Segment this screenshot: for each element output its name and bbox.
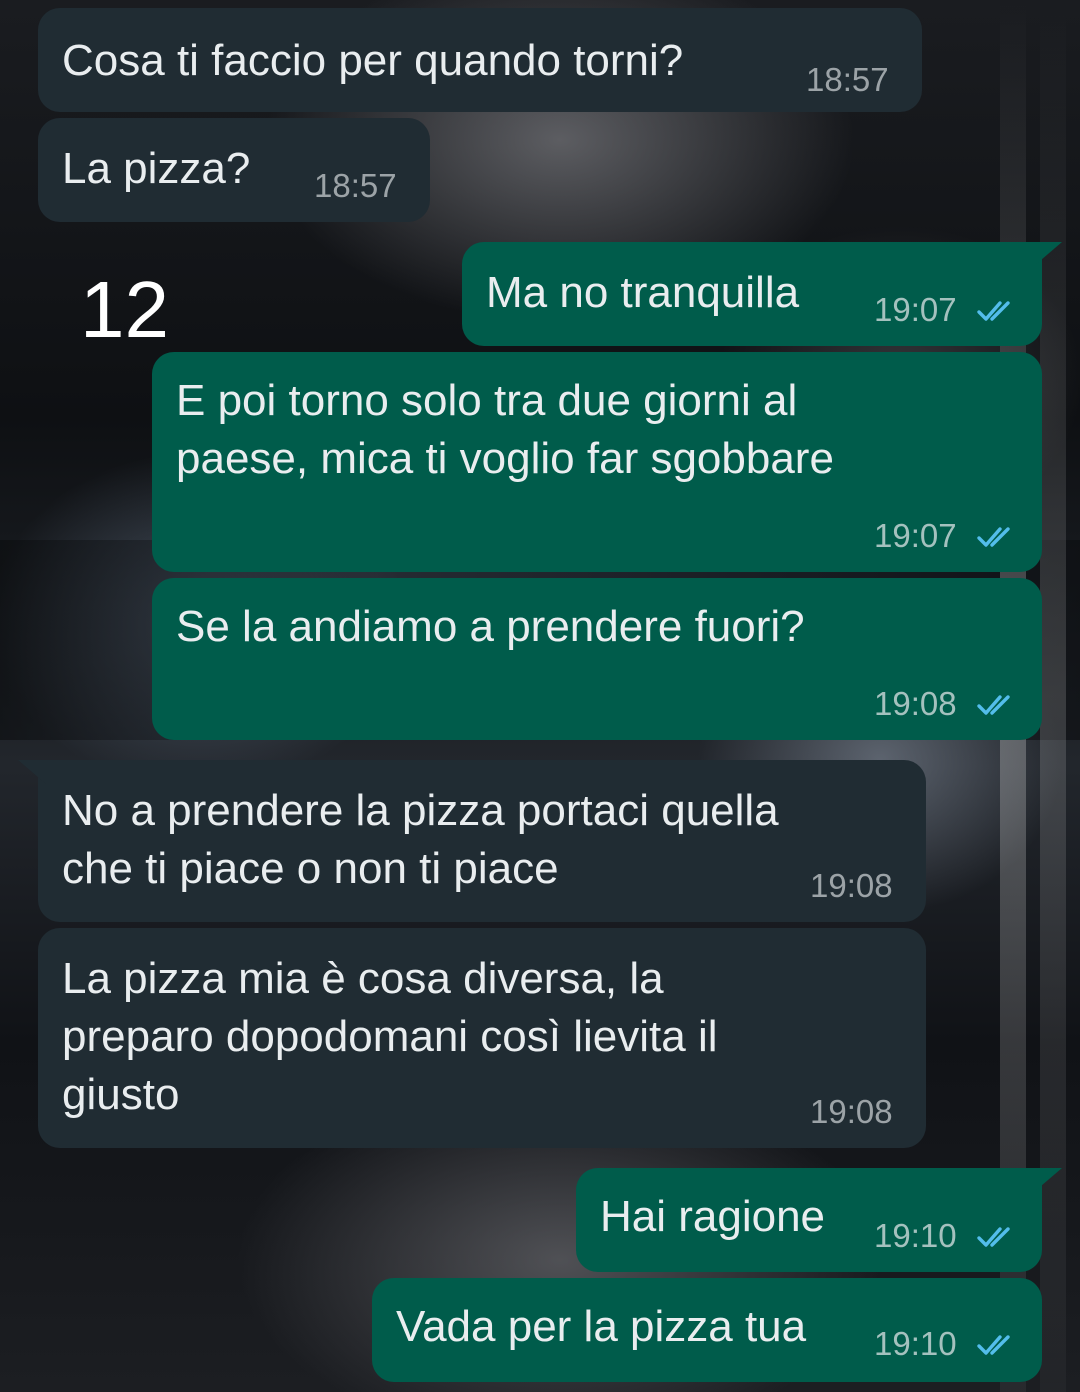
message-time: 19:08 — [810, 1093, 893, 1130]
message-bubble-incoming[interactable]: No a prendere la pizza portaci quella ch… — [18, 760, 926, 922]
message-time: 19:08 — [810, 867, 893, 904]
message-bubble-outgoing[interactable]: Ma no tranquilla 19:07 — [462, 242, 1062, 346]
message-time: 18:57 — [314, 167, 397, 204]
message-bubble-incoming[interactable]: La pizza mia è cosa diversa, la preparo … — [38, 928, 926, 1148]
message-text: No a prendere la pizza portaci quella ch… — [62, 786, 779, 893]
message-text: La pizza? — [62, 144, 251, 193]
double-check-icon — [977, 1335, 1010, 1355]
message-bubble-outgoing[interactable]: Se la andiamo a prendere fuori? 19:08 — [152, 578, 1042, 740]
double-check-icon — [977, 527, 1010, 547]
message-bubble-incoming[interactable]: La pizza? 18:57 — [38, 118, 430, 222]
message-text: Ma no tranquilla — [486, 268, 800, 317]
message-text: Se la andiamo a prendere fuori? — [176, 602, 805, 651]
double-check-icon — [977, 1227, 1010, 1247]
message-time: 19:10 — [874, 1217, 957, 1254]
message-time: 19:07 — [874, 291, 957, 328]
message-time: 19:08 — [874, 685, 957, 722]
message-time: 18:57 — [806, 61, 889, 98]
message-time: 19:07 — [874, 517, 957, 554]
message-bubble-outgoing[interactable]: Hai ragione 19:10 — [576, 1168, 1062, 1272]
double-check-icon — [977, 695, 1010, 715]
message-bubble-incoming[interactable]: Cosa ti faccio per quando torni? 18:57 — [38, 8, 922, 112]
message-time: 19:10 — [874, 1325, 957, 1362]
double-check-icon — [977, 301, 1010, 321]
message-bubble-outgoing[interactable]: Vada per la pizza tua 19:10 — [372, 1278, 1042, 1382]
message-text: La pizza mia è cosa diversa, la preparo … — [62, 954, 718, 1119]
message-text: E poi torno solo tra due giorni al paese… — [176, 376, 834, 483]
message-text: Hai ragione — [600, 1192, 826, 1241]
message-text: Vada per la pizza tua — [396, 1302, 807, 1351]
overlay-number: 12 — [80, 265, 169, 354]
message-bubble-outgoing[interactable]: E poi torno solo tra due giorni al paese… — [152, 352, 1042, 572]
message-text: Cosa ti faccio per quando torni? — [62, 36, 684, 85]
